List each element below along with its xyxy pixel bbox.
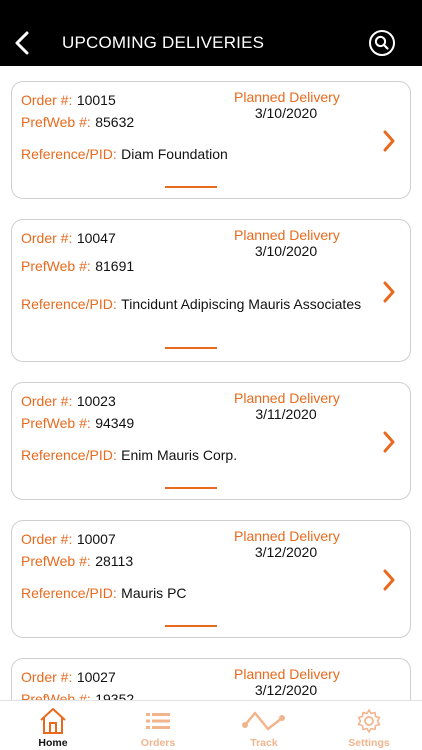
- prefweb-label: PrefWeb #:: [21, 258, 91, 274]
- card-divider: [165, 625, 217, 627]
- planned-delivery-label: Planned Delivery: [234, 528, 340, 544]
- tab-home[interactable]: Home: [13, 701, 93, 750]
- planned-delivery-date: 3/12/2020: [254, 544, 318, 560]
- order-label: Order #:: [21, 393, 73, 409]
- prefweb-label: PrefWeb #:: [21, 553, 91, 569]
- list-icon: [146, 713, 170, 729]
- prefweb-label: PrefWeb #:: [21, 415, 91, 431]
- reference-label: Reference/PID:: [21, 447, 117, 463]
- order-label: Order #:: [21, 92, 73, 108]
- order-number: 10027: [76, 669, 116, 685]
- chevron-right-icon: [383, 569, 395, 591]
- reference-value: Diam Foundation: [121, 146, 228, 162]
- search-button[interactable]: [368, 29, 396, 57]
- planned-delivery-label: Planned Delivery: [234, 666, 340, 682]
- planned-delivery-date: 3/10/2020: [254, 105, 318, 121]
- tab-label: Settings: [348, 737, 390, 749]
- delivery-card[interactable]: Order #: 10023 PrefWeb #: 94349 Referenc…: [11, 382, 411, 500]
- order-number: 10007: [76, 531, 116, 547]
- planned-delivery-label: Planned Delivery: [234, 390, 340, 406]
- open-delivery-button[interactable]: [378, 427, 400, 457]
- reference-label: Reference/PID:: [21, 146, 117, 162]
- top-bar: UPCOMING DELIVERIES: [0, 0, 422, 66]
- open-delivery-button[interactable]: [378, 277, 400, 307]
- delivery-card[interactable]: Order #: 10007 PrefWeb #: 28113 Referenc…: [11, 520, 411, 638]
- planned-delivery-date: 3/10/2020: [254, 243, 318, 259]
- order-number: 10023: [76, 393, 116, 409]
- tab-label: Track: [250, 737, 278, 749]
- card-divider: [165, 487, 217, 489]
- tab-label: Orders: [140, 737, 176, 749]
- home-icon: [40, 708, 66, 734]
- chevron-right-icon: [383, 431, 395, 453]
- prefweb-label: PrefWeb #:: [21, 114, 91, 130]
- delivery-card[interactable]: Order #: 10015 PrefWeb #: 85632 Referenc…: [11, 81, 411, 199]
- tab-label: Home: [38, 737, 68, 749]
- order-label: Order #:: [21, 669, 73, 685]
- chevron-right-icon: [383, 130, 395, 152]
- planned-delivery-label: Planned Delivery: [234, 227, 340, 243]
- search-icon: [369, 30, 395, 56]
- prefweb-number: 94349: [95, 415, 135, 431]
- card-divider: [165, 186, 217, 188]
- planned-delivery-date: 3/12/2020: [254, 682, 318, 698]
- order-label: Order #:: [21, 531, 73, 547]
- chevron-right-icon: [383, 281, 395, 303]
- order-label: Order #:: [21, 230, 73, 246]
- tab-settings[interactable]: Settings: [329, 701, 409, 750]
- prefweb-label: PrefWeb #:: [21, 691, 91, 700]
- prefweb-number: 85632: [95, 114, 135, 130]
- tab-track[interactable]: Track: [224, 701, 304, 750]
- reference-value: Enim Mauris Corp.: [121, 447, 238, 463]
- open-delivery-button[interactable]: [378, 126, 400, 156]
- bottom-tab-bar: Home Orders Track Settings: [0, 700, 422, 750]
- chevron-left-icon: [15, 31, 29, 55]
- order-number: 10015: [76, 92, 116, 108]
- back-button[interactable]: [8, 28, 36, 58]
- prefweb-number: 19352: [95, 691, 135, 700]
- delivery-card[interactable]: Order #: 10047 PrefWeb #: 81691 Referenc…: [11, 219, 411, 362]
- page-title: UPCOMING DELIVERIES: [62, 33, 265, 52]
- reference-value: Tincidunt Adipiscing Mauris Associates: [121, 296, 362, 312]
- planned-delivery-date: 3/11/2020: [255, 406, 317, 422]
- reference-label: Reference/PID:: [21, 296, 117, 312]
- planned-delivery-label: Planned Delivery: [234, 89, 340, 105]
- prefweb-number: 81691: [95, 258, 135, 274]
- reference-value: Mauris PC: [121, 585, 187, 601]
- gear-icon: [357, 709, 381, 733]
- prefweb-number: 28113: [95, 553, 134, 569]
- order-number: 10047: [76, 230, 116, 246]
- reference-label: Reference/PID:: [21, 585, 117, 601]
- tab-orders[interactable]: Orders: [118, 701, 198, 750]
- track-icon: [242, 711, 285, 731]
- delivery-card[interactable]: Order #: 10027 PrefWeb #: 19352 Planned …: [11, 658, 411, 700]
- delivery-list[interactable]: Order #: 10015 PrefWeb #: 85632 Referenc…: [0, 66, 422, 700]
- card-divider: [165, 347, 217, 349]
- open-delivery-button[interactable]: [378, 565, 400, 595]
